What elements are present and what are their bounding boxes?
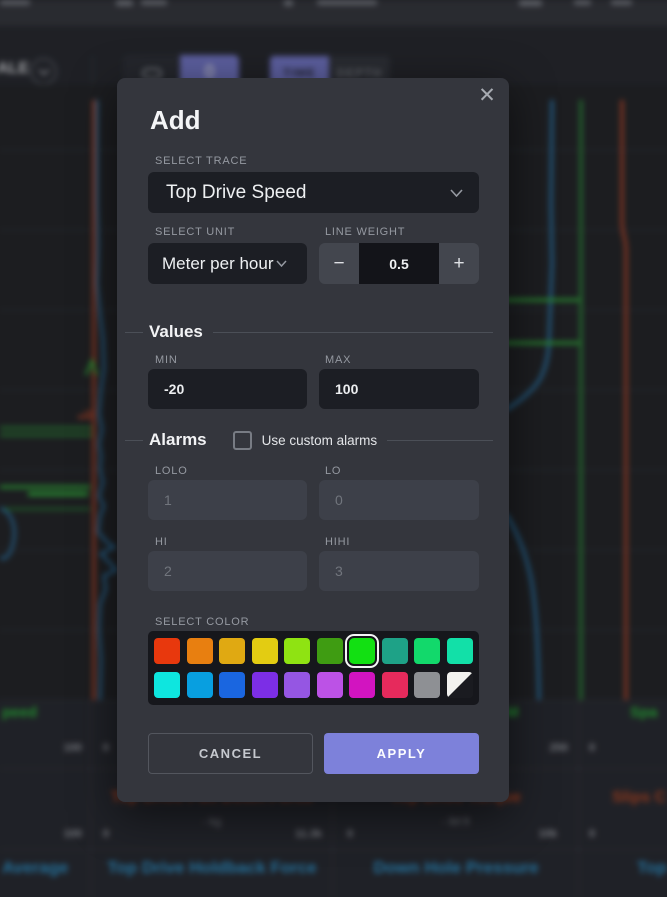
color-swatch[interactable] [382, 638, 408, 664]
hi-label: HI [155, 536, 168, 548]
values-section-title: Values [149, 322, 203, 342]
color-palette [148, 631, 479, 705]
dialog-title: Add [150, 105, 201, 136]
color-swatch[interactable] [154, 638, 180, 664]
lo-input [319, 480, 479, 520]
hi-input [148, 551, 307, 591]
chevron-down-icon [276, 260, 287, 267]
min-label: MIN [155, 354, 178, 366]
color-swatch[interactable] [349, 672, 375, 698]
max-input[interactable] [319, 369, 479, 409]
trace-select-value: Top Drive Speed [166, 182, 450, 204]
cancel-button[interactable]: CANCEL [148, 733, 313, 774]
increase-weight-button[interactable]: + [439, 243, 479, 284]
dialog-actions: CANCEL APPLY [148, 733, 479, 774]
line-weight-value: 0.5 [359, 243, 439, 284]
color-swatch[interactable] [447, 672, 473, 698]
select-trace-label: SELECT TRACE [155, 155, 247, 167]
lolo-label: LOLO [155, 465, 188, 477]
color-swatch[interactable] [187, 638, 213, 664]
color-swatch[interactable] [252, 638, 278, 664]
line-weight-stepper: − 0.5 + [319, 243, 479, 284]
color-swatch[interactable] [349, 638, 375, 664]
color-swatch[interactable] [284, 672, 310, 698]
divider [125, 332, 143, 333]
use-custom-alarms-checkbox[interactable] [233, 431, 252, 450]
divider [213, 332, 493, 333]
color-swatch[interactable] [414, 638, 440, 664]
app-screen: ALE 0 TIME DEPTH [0, 0, 667, 897]
color-swatch[interactable] [187, 672, 213, 698]
hihi-label: HIHI [325, 536, 350, 548]
select-unit-label: SELECT UNIT [155, 226, 235, 238]
color-swatch[interactable] [219, 672, 245, 698]
hihi-input [319, 551, 479, 591]
color-swatch[interactable] [447, 638, 473, 664]
unit-select-value: Meter per hour [162, 254, 274, 274]
trace-select[interactable]: Top Drive Speed [148, 172, 479, 213]
color-swatch[interactable] [154, 672, 180, 698]
line-weight-label: LINE WEIGHT [325, 226, 405, 238]
close-icon[interactable]: ✕ [473, 82, 501, 110]
color-swatch[interactable] [284, 638, 310, 664]
color-swatch[interactable] [219, 638, 245, 664]
color-swatch[interactable] [382, 672, 408, 698]
chevron-down-icon [450, 189, 463, 197]
color-swatch[interactable] [414, 672, 440, 698]
divider [125, 440, 143, 441]
select-color-label: SELECT COLOR [155, 616, 249, 628]
min-input[interactable] [148, 369, 307, 409]
alarms-section-header: Alarms Use custom alarms [125, 429, 493, 451]
color-swatch[interactable] [252, 672, 278, 698]
divider [387, 440, 493, 441]
max-label: MAX [325, 354, 351, 366]
add-trace-dialog: ✕ Add SELECT TRACE Top Drive Speed SELEC… [117, 78, 509, 802]
alarms-section-title: Alarms [149, 430, 207, 450]
apply-button[interactable]: APPLY [324, 733, 479, 774]
decrease-weight-button[interactable]: − [319, 243, 359, 284]
lolo-input [148, 480, 307, 520]
color-swatch[interactable] [317, 638, 343, 664]
lo-label: LO [325, 465, 341, 477]
color-swatch[interactable] [317, 672, 343, 698]
use-custom-alarms-label: Use custom alarms [262, 433, 378, 448]
values-section-header: Values [125, 321, 493, 343]
unit-select[interactable]: Meter per hour [148, 243, 307, 284]
